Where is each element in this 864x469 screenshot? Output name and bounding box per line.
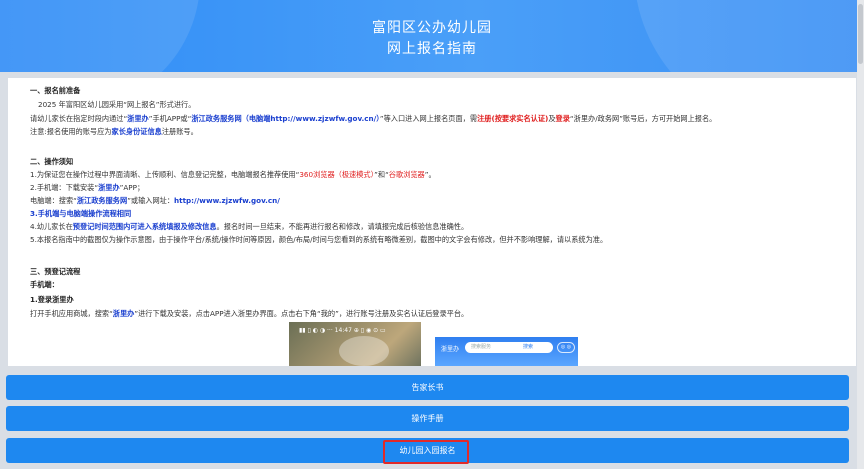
guide-content[interactable]: 一、报名前准备 2025 年富阳区幼儿园采用“网上报名”形式进行。 请幼儿家长在… <box>8 78 856 366</box>
parent-letter-button[interactable]: 告家长书 <box>6 375 849 400</box>
step-title: 1.登录浙里办 <box>30 295 74 304</box>
kindergarten-enrollment-button[interactable]: 幼儿园入园报名 <box>6 438 849 463</box>
app-screenshot-image: 浙里办 搜索服务 搜索 ◎ ◎ <box>435 337 578 366</box>
header-title-line1: 富阳区公办幼儿园 <box>372 20 492 36</box>
paragraph: 请幼儿家长在指定时段内通过“浙里办”手机APP或“浙江政务服务网（电脑端http… <box>30 114 717 123</box>
scrollbar-thumb[interactable] <box>858 4 863 64</box>
section-title: 二、操作须知 <box>30 157 74 166</box>
page-header: 富阳区公办幼儿园 网上报名指南 <box>0 0 864 72</box>
section-title: 三、预登记流程 <box>30 267 81 276</box>
paragraph: 3.手机端与电脑端操作流程相同 <box>30 209 132 218</box>
paragraph: 4.幼儿家长在预登记时间范围内可进入系统填报及修改信息。报名时间一旦结束，不能再… <box>30 222 469 231</box>
paragraph: 电脑端：搜索“浙江政务服务网”或输入网址：http://www.zjzwfw.g… <box>30 196 280 205</box>
phone-status-bar: ▮▮ ▯ ◐ ◑ ··· 14:47 ⊕ ▯ ◉ ⊙ ▭ <box>299 327 386 334</box>
operation-manual-button[interactable]: 操作手册 <box>6 406 849 431</box>
image-blur <box>339 336 389 366</box>
subsection-title: 手机端： <box>30 280 59 289</box>
scrollbar[interactable] <box>857 0 864 469</box>
app-search-button: 搜索 <box>523 344 534 350</box>
app-logo: 浙里办 <box>441 346 460 353</box>
paragraph: 打开手机应用商城，搜索“浙里办”进行下载及安装，点击APP进入浙里办界面。点击右… <box>30 309 469 318</box>
app-menu-chip: ◎ ◎ <box>557 342 575 353</box>
paragraph: 2025 年富阳区幼儿园采用“网上报名”形式进行。 <box>38 100 196 109</box>
paragraph: 1.为保证您在操作过程中界面清晰、上传顺利、信息登记完整，电脑端报名推荐使用“3… <box>30 170 436 179</box>
paragraph: 5.本报名指南中的截图仅为操作示意图，由于操作平台/系统/操作时间等原因，颜色/… <box>30 235 608 244</box>
section-title: 一、报名前准备 <box>30 86 81 95</box>
app-search-box: 搜索服务 <box>465 342 553 353</box>
phone-screenshot-image: ▮▮ ▯ ◐ ◑ ··· 14:47 ⊕ ▯ ◉ ⊙ ▭ <box>289 322 421 366</box>
paragraph: 2.手机端：下载安装“浙里办”APP； <box>30 183 145 192</box>
paragraph: 注意:报名使用的账号应为家长身份证信息注册账号。 <box>30 127 198 136</box>
header-title-line2: 网上报名指南 <box>387 41 477 57</box>
